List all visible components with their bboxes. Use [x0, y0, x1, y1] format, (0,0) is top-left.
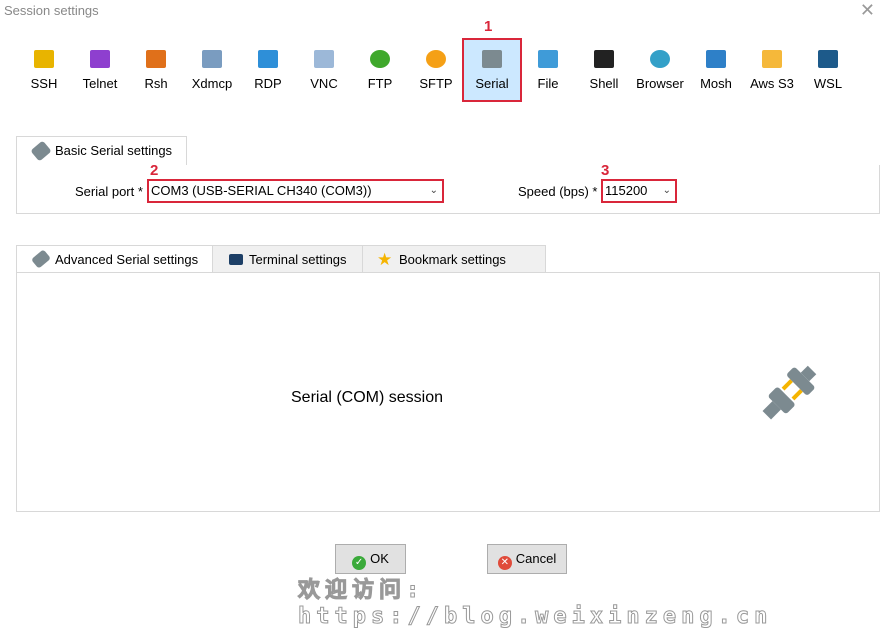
- basic-settings-panel: [16, 165, 880, 214]
- speed-select[interactable]: 115200 ⌄: [601, 179, 677, 203]
- session-type-telnet[interactable]: Telnet: [72, 40, 128, 100]
- file-monitor-icon: [538, 50, 558, 68]
- check-icon: ✓: [352, 556, 367, 570]
- key-icon: [34, 50, 54, 68]
- terminal-icon: [594, 50, 614, 68]
- annotation-2: 2: [150, 162, 159, 179]
- cancel-button[interactable]: ✕ Cancel: [487, 544, 567, 574]
- panel-description: Serial (COM) session: [291, 389, 444, 406]
- satellite-icon: [706, 50, 726, 68]
- session-type-file[interactable]: File: [520, 40, 576, 100]
- x-circle-icon: ✕: [497, 556, 512, 570]
- session-type-mosh[interactable]: Mosh: [688, 40, 744, 100]
- terminal-icon: [229, 254, 243, 265]
- session-type-xdmcp[interactable]: Xdmcp: [184, 40, 240, 100]
- vnc-monitor-icon: [314, 50, 334, 68]
- session-type-label: SFTP: [419, 76, 453, 91]
- speed-value: 115200: [605, 183, 648, 198]
- serial-port-select[interactable]: COM3 (USB-SERIAL CH340 (COM3)) ⌄: [147, 179, 444, 203]
- session-type-aws-s3[interactable]: Aws S3: [744, 40, 800, 100]
- session-type-wsl[interactable]: WSL: [800, 40, 856, 100]
- session-type-label: VNC: [310, 76, 338, 91]
- session-type-label: RDP: [254, 76, 282, 91]
- tab-terminal-settings[interactable]: Terminal settings: [212, 245, 386, 273]
- tab-label: Basic Serial settings: [55, 143, 173, 158]
- session-type-ssh[interactable]: SSH: [16, 40, 72, 100]
- close-icon[interactable]: ✕: [860, 0, 875, 21]
- windows-icon: [818, 50, 838, 68]
- tab-bookmark-settings[interactable]: ★ Bookmark settings: [362, 245, 546, 273]
- session-type-shell[interactable]: Shell: [576, 40, 632, 100]
- session-type-label: Shell: [589, 76, 619, 91]
- cancel-label: Cancel: [515, 551, 557, 566]
- tab-label: Advanced Serial settings: [55, 252, 199, 267]
- session-type-label: Telnet: [82, 76, 118, 91]
- annotation-3: 3: [601, 162, 610, 179]
- session-type-label: Browser: [636, 76, 684, 91]
- serial-plug-icon: [30, 140, 52, 162]
- session-type-rsh[interactable]: Rsh: [128, 40, 184, 100]
- gears-icon: [146, 50, 166, 68]
- session-type-label: Serial: [475, 76, 509, 91]
- session-type-serial[interactable]: Serial: [462, 38, 522, 102]
- tab-label: Terminal settings: [249, 252, 347, 267]
- session-type-label: SSH: [30, 76, 58, 91]
- chevron-down-icon: ⌄: [429, 185, 438, 196]
- session-type-label: Rsh: [144, 76, 168, 91]
- session-type-label: FTP: [367, 76, 393, 91]
- serial-port-label: Serial port *: [75, 184, 143, 199]
- session-type-label: Mosh: [700, 76, 732, 91]
- serial-port-value: COM3 (USB-SERIAL CH340 (COM3)): [151, 183, 372, 198]
- annotation-1: 1: [484, 18, 493, 35]
- session-type-label: Xdmcp: [191, 76, 233, 91]
- settings-panel: Serial (COM) session: [16, 272, 880, 512]
- tab-advanced-serial-settings[interactable]: Advanced Serial settings: [16, 245, 237, 273]
- tab-basic-serial-settings[interactable]: Basic Serial settings: [16, 136, 188, 167]
- session-type-rdp[interactable]: RDP: [240, 40, 296, 100]
- ok-label: OK: [370, 551, 389, 566]
- x-monitor-icon: [202, 50, 222, 68]
- watermark: 欢迎访问: https://blog.weixinzeng.cn: [298, 578, 773, 629]
- window-title: Session settings: [4, 3, 99, 18]
- speed-label: Speed (bps) *: [518, 184, 598, 199]
- session-type-ftp[interactable]: FTP: [352, 40, 408, 100]
- star-icon: ★: [377, 250, 393, 269]
- serial-plug-icon: [482, 50, 502, 68]
- tab-label: Bookmark settings: [399, 252, 506, 267]
- session-type-sftp[interactable]: SFTP: [408, 40, 464, 100]
- serial-plug-icon: [762, 365, 817, 420]
- session-type-label: Aws S3: [750, 76, 794, 91]
- ok-button[interactable]: ✓ OK: [335, 544, 406, 574]
- green-globe-icon: [370, 50, 390, 68]
- orange-globe-icon: [426, 50, 446, 68]
- chevron-down-icon: ⌄: [662, 185, 671, 196]
- session-type-vnc[interactable]: VNC: [296, 40, 352, 100]
- cubes-icon: [762, 50, 782, 68]
- session-type-label: File: [537, 76, 559, 91]
- telnet-icon: [90, 50, 110, 68]
- windows-monitor-icon: [258, 50, 278, 68]
- globe-icon: [650, 50, 670, 68]
- session-type-browser[interactable]: Browser: [632, 40, 688, 100]
- serial-plug-icon: [31, 249, 51, 269]
- session-type-label: WSL: [813, 76, 843, 91]
